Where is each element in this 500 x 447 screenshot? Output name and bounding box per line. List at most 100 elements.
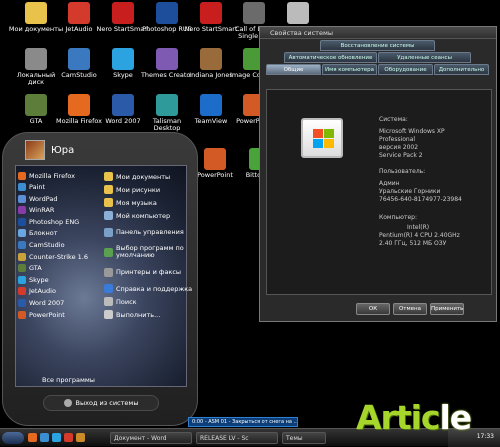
- start-menu-body: Mozilla Firefox Paint WordPad WinRAR Photosh…: [15, 165, 192, 387]
- program-label: PowerPoint: [29, 310, 65, 319]
- service-pack: Service Pack 2: [379, 152, 423, 159]
- window-title[interactable]: Свойства системы: [260, 27, 496, 39]
- word-icon: [112, 94, 134, 116]
- place-label: Мои рисунки: [116, 185, 161, 194]
- jetaudio-icon: [68, 2, 90, 24]
- taskbar-button-release[interactable]: RELEASE LV - Sc: [196, 432, 278, 444]
- place-item[interactable]: Выполнить...: [104, 308, 186, 321]
- program-label: WinRAR: [29, 206, 55, 215]
- place-item[interactable]: Поиск: [104, 295, 186, 308]
- themes-icon: [156, 48, 178, 70]
- place-label: Принтеры и факсы: [116, 267, 182, 276]
- place-label: Выбор программ по умолчанию: [116, 244, 184, 259]
- pinned-program-item[interactable]: Paint: [18, 182, 102, 193]
- taskbar-button-word[interactable]: Документ - Word: [110, 432, 192, 444]
- pinned-program-item[interactable]: JetAudio: [18, 286, 102, 297]
- pinned-program-item[interactable]: Word 2007: [18, 298, 102, 309]
- pinned-program-item[interactable]: Mozilla Firefox: [18, 170, 102, 181]
- folder-icon: [25, 2, 47, 24]
- tab[interactable]: Удаленные сеансы: [378, 52, 471, 63]
- apply-button[interactable]: Применить: [430, 303, 464, 315]
- user-avatar[interactable]: [25, 140, 45, 160]
- media-player-bar[interactable]: 0:00 - ASM 01 - Закрыться от снега на ..…: [188, 417, 298, 427]
- pinned-program-item[interactable]: WinRAR: [18, 205, 102, 216]
- place-item[interactable]: Панель управления: [104, 222, 186, 242]
- nero-icon: [112, 2, 134, 24]
- place-label: Моя музыка: [116, 198, 157, 207]
- pinned-program-item[interactable]: Counter-Strike 1.6: [18, 251, 102, 262]
- program-label: Блокнот: [29, 229, 58, 238]
- pinned-program-item[interactable]: WordPad: [18, 193, 102, 204]
- program-icon: [18, 287, 26, 296]
- pinned-program-item[interactable]: Skype: [18, 274, 102, 285]
- os-name: Microsoft Windows XP: [379, 128, 445, 135]
- all-programs-button[interactable]: Все программы: [42, 376, 95, 384]
- tab[interactable]: Восстановление системы: [320, 40, 435, 51]
- start-menu-header: Юра: [25, 137, 177, 163]
- program-icon: [18, 310, 26, 319]
- powerpoint-icon: [204, 148, 226, 170]
- places-list: Мои документы Мои рисунки Моя музыка Мой ко…: [104, 170, 192, 321]
- pinned-program-item[interactable]: Photoshop ENG: [18, 216, 102, 227]
- jetaudio-icon[interactable]: [64, 433, 73, 442]
- tab[interactable]: Общие: [266, 64, 321, 75]
- place-label: Справка и поддержка: [116, 284, 193, 293]
- program-icon: [18, 252, 26, 261]
- program-label: Photoshop ENG: [29, 217, 80, 226]
- taskbar-button-themes[interactable]: Темы: [282, 432, 326, 444]
- place-item[interactable]: Мой компьютер: [104, 209, 186, 222]
- pinned-programs-list: Mozilla Firefox Paint WordPad WinRAR Photosh…: [18, 170, 102, 321]
- place-icon: [104, 267, 113, 277]
- cancel-button[interactable]: Отмена: [393, 303, 427, 315]
- logoff-button[interactable]: Выход из системы: [43, 395, 159, 411]
- place-item[interactable]: Справка и поддержка: [104, 282, 192, 295]
- place-icon: [104, 172, 113, 181]
- windows-logo-icon: [301, 118, 343, 158]
- product-id: 76456-640-8174977-23984: [379, 196, 462, 203]
- place-icon: [104, 310, 113, 319]
- tab-row-3: Общие Имя компьютера Оборудование Дополните…: [260, 64, 496, 75]
- place-item[interactable]: Выбор программ по умолчанию: [104, 242, 186, 262]
- watermark-logo: Article: [356, 398, 472, 437]
- skype-icon[interactable]: [52, 433, 61, 442]
- place-item[interactable]: Принтеры и факсы: [104, 262, 186, 282]
- program-icon: [18, 194, 26, 203]
- program-icon: [18, 299, 26, 308]
- program-icon: [18, 264, 26, 273]
- tab[interactable]: Автоматическое обновление: [284, 52, 377, 63]
- firefox-icon[interactable]: [28, 433, 37, 442]
- tab-row-1: Восстановление системы: [260, 40, 496, 51]
- place-label: Мои документы: [116, 172, 171, 181]
- place-item[interactable]: Мои рисунки: [104, 183, 186, 196]
- folder-icon[interactable]: [76, 433, 85, 442]
- start-menu: Юра Mozilla Firefox Paint WordPad WinRAR Pho…: [2, 132, 198, 426]
- pinned-program-item[interactable]: CamStudio: [18, 240, 102, 251]
- tab[interactable]: Дополнительно: [434, 64, 489, 75]
- cpu-model: Pentium(R) 4 CPU 2.40GHz: [379, 232, 460, 239]
- system-label: Система:: [379, 116, 408, 123]
- os-edition: Professional: [379, 136, 416, 143]
- start-button[interactable]: [2, 432, 24, 444]
- organization: Уральские Горники: [379, 188, 441, 195]
- tab[interactable]: Имя компьютера: [322, 64, 377, 75]
- pinned-program-item[interactable]: Блокнот: [18, 228, 102, 239]
- firefox-icon: [68, 94, 90, 116]
- dialog-buttons: ОК Отмена Применить: [356, 303, 467, 315]
- program-label: JetAudio: [29, 287, 56, 296]
- game-icon: [25, 94, 47, 116]
- place-item[interactable]: Моя музыка: [104, 196, 186, 209]
- program-label: CamStudio: [29, 241, 65, 250]
- pinned-program-item[interactable]: GTA: [18, 263, 102, 274]
- ok-button[interactable]: ОК: [356, 303, 390, 315]
- place-item[interactable]: Мои документы: [104, 170, 186, 183]
- game-icon: [287, 2, 309, 24]
- logoff-icon: [63, 399, 72, 407]
- program-label: Paint: [29, 183, 46, 192]
- program-label: WordPad: [29, 194, 58, 203]
- desktop-icon[interactable]: [40, 433, 49, 442]
- tab[interactable]: Оборудование: [378, 64, 433, 75]
- pinned-program-item[interactable]: PowerPoint: [18, 309, 102, 320]
- place-icon: [104, 227, 113, 237]
- place-icon: [104, 185, 113, 194]
- place-icon: [104, 297, 113, 306]
